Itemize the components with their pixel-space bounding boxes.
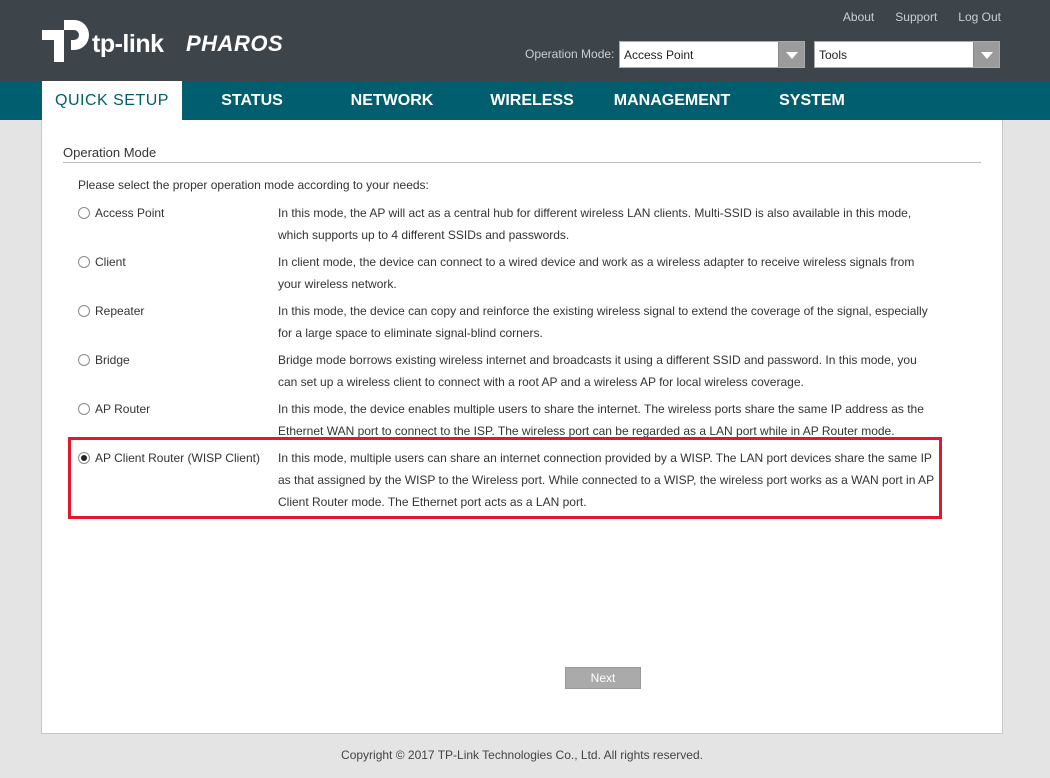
- highlight-annotation-box: [68, 437, 942, 519]
- footer-copyright: Copyright © 2017 TP-Link Technologies Co…: [341, 748, 703, 762]
- option-description: In this mode, the device can copy and re…: [278, 304, 928, 340]
- option-radio-bridge[interactable]: Bridge: [78, 352, 278, 368]
- top-links: About Support Log Out: [843, 10, 1001, 24]
- option-radio-ap-router[interactable]: AP Router: [78, 401, 278, 417]
- header: tp-link PHAROS About Support Log Out Ope…: [0, 0, 1050, 81]
- chevron-down-icon[interactable]: [973, 42, 999, 67]
- option-description: In client mode, the device can connect t…: [278, 255, 915, 291]
- brand-name: tp-link: [92, 30, 164, 58]
- option-description: Bridge mode borrows existing wireless in…: [278, 353, 917, 389]
- option-radio-client[interactable]: Client: [78, 254, 278, 270]
- radio-button[interactable]: [78, 354, 90, 366]
- section-divider: [63, 162, 981, 163]
- option-radio-access-point[interactable]: Access Point: [78, 205, 278, 221]
- option-label: Repeater: [95, 304, 145, 318]
- radio-button[interactable]: [78, 256, 90, 268]
- option-radio-repeater[interactable]: Repeater: [78, 303, 278, 319]
- tab-status[interactable]: STATUS: [182, 81, 322, 120]
- radio-button[interactable]: [78, 305, 90, 317]
- tab-management[interactable]: MANAGEMENT: [602, 81, 742, 120]
- tab-wireless[interactable]: WIRELESS: [462, 81, 602, 120]
- section-title: Operation Mode: [63, 145, 157, 160]
- support-link[interactable]: Support: [895, 10, 937, 24]
- option-label: Access Point: [95, 206, 165, 220]
- tp-link-logo-icon: [42, 16, 92, 66]
- chevron-down-icon[interactable]: [778, 42, 804, 67]
- main-nav: QUICK SETUP STATUS NETWORK WIRELESS MANA…: [0, 81, 1050, 120]
- tools-select[interactable]: Tools: [814, 41, 1000, 68]
- option-label: Client: [95, 255, 126, 269]
- operation-mode-select[interactable]: Access Point: [619, 41, 805, 68]
- operation-mode-label: Operation Mode:: [525, 47, 615, 61]
- radio-button[interactable]: [78, 207, 90, 219]
- product-name: PHAROS: [186, 31, 284, 56]
- tab-system[interactable]: SYSTEM: [742, 81, 882, 120]
- option-description: In this mode, the device enables multipl…: [278, 402, 924, 438]
- intro-text: Please select the proper operation mode …: [78, 178, 429, 192]
- option-description: In this mode, the AP will act as a centr…: [278, 206, 912, 242]
- operation-mode-value: Access Point: [624, 48, 694, 62]
- tab-quick-setup[interactable]: QUICK SETUP: [42, 81, 182, 120]
- logout-link[interactable]: Log Out: [958, 10, 1001, 24]
- option-label: AP Router: [95, 402, 151, 416]
- about-link[interactable]: About: [843, 10, 874, 24]
- radio-button[interactable]: [78, 403, 90, 415]
- next-button[interactable]: Next: [565, 667, 641, 689]
- tools-value: Tools: [819, 48, 848, 62]
- tab-network[interactable]: NETWORK: [322, 81, 462, 120]
- option-label: Bridge: [95, 353, 130, 367]
- content-panel: Operation Mode Please select the proper …: [41, 120, 1003, 734]
